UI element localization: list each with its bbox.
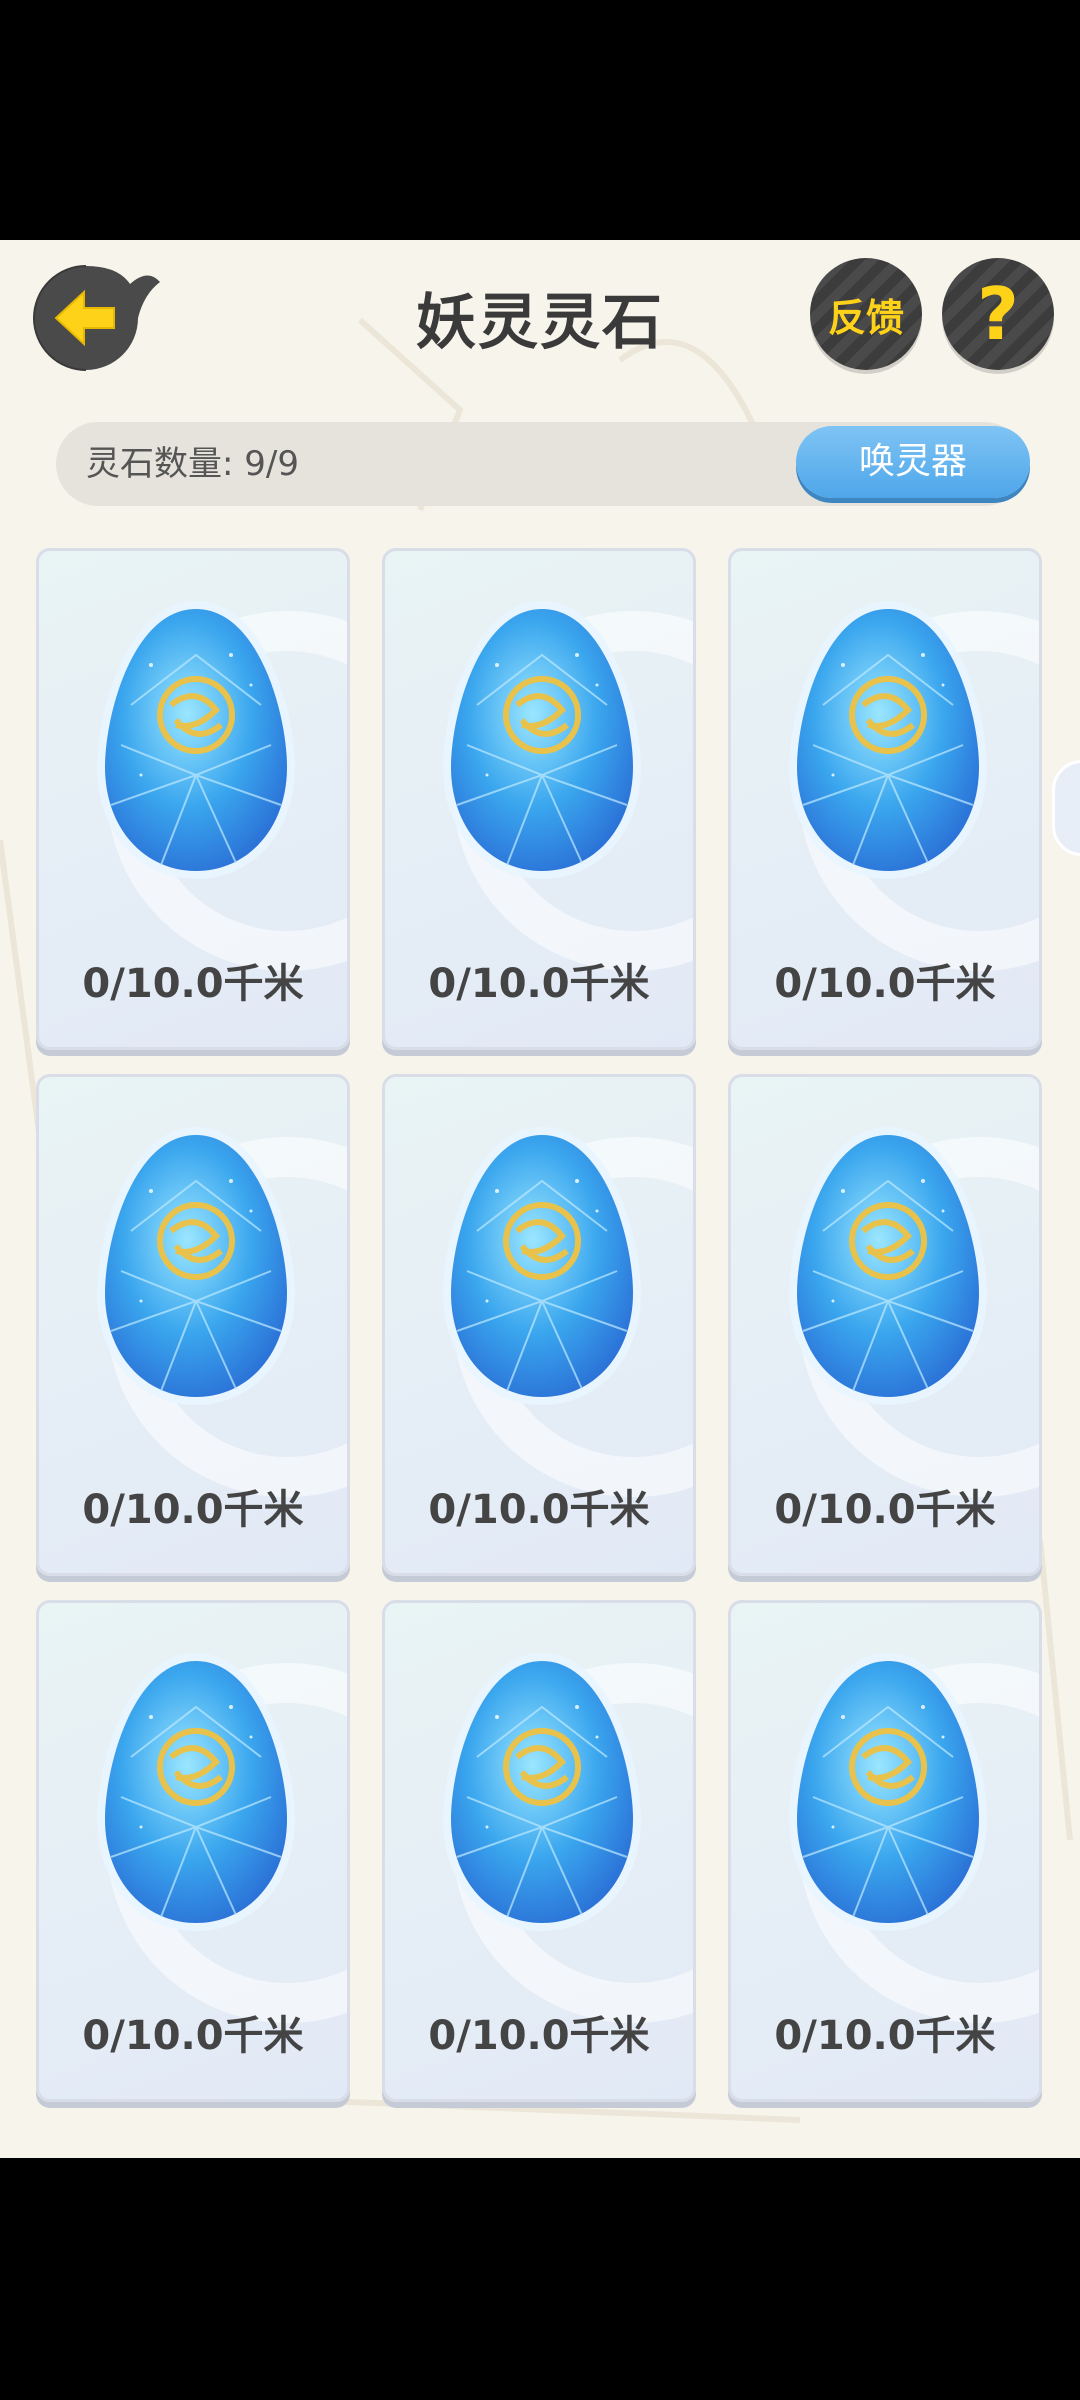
stone-card[interactable]: 0/10.0千米 [382, 1600, 696, 2102]
stone-distance-label: 0/10.0千米 [774, 961, 996, 1007]
stone-count-label: 灵石数量: 9/9 [86, 444, 299, 484]
stone-distance-label: 0/10.0千米 [428, 961, 650, 1007]
help-button[interactable]: ? [942, 258, 1054, 370]
stone-card[interactable]: 0/10.0千米 [36, 548, 350, 1050]
header-bar: 妖灵灵石 反馈 ? [0, 240, 1080, 410]
stone-card[interactable]: 0/10.0千米 [728, 1600, 1042, 2102]
stone-distance-label: 0/10.0千米 [82, 1487, 304, 1533]
spirit-stone-icon [789, 1127, 987, 1405]
spirit-stone-icon [97, 1127, 295, 1405]
question-mark-icon: ? [977, 272, 1019, 356]
spirit-stone-icon [789, 1653, 987, 1931]
app-screen: 妖灵灵石 反馈 ? 灵石数量: 9/9 唤灵器 0/10.0千米 0/10.0千… [0, 240, 1080, 2158]
spirit-stone-icon [789, 601, 987, 879]
feedback-button[interactable]: 反馈 [810, 258, 922, 370]
spirit-stone-icon [97, 1653, 295, 1931]
back-arrow-icon [33, 265, 160, 371]
back-button[interactable] [26, 258, 166, 378]
spirit-stone-icon [443, 601, 641, 879]
stone-card[interactable]: 0/10.0千米 [728, 548, 1042, 1050]
stone-card[interactable]: 0/10.0千米 [728, 1074, 1042, 1576]
stone-distance-label: 0/10.0千米 [774, 1487, 996, 1533]
spirit-stone-icon [443, 1653, 641, 1931]
stone-distance-label: 0/10.0千米 [82, 2013, 304, 2059]
stone-card[interactable]: 0/10.0千米 [382, 548, 696, 1050]
stone-count-bar: 灵石数量: 9/9 唤灵器 [56, 422, 1030, 506]
spirit-stone-icon [97, 601, 295, 879]
spirit-stone-icon [443, 1127, 641, 1405]
feedback-label: 反馈 [827, 295, 904, 340]
stone-distance-label: 0/10.0千米 [774, 2013, 996, 2059]
page-title: 妖灵灵石 [416, 288, 664, 358]
summon-device-button[interactable]: 唤灵器 [796, 426, 1030, 498]
side-tab-handle[interactable] [1052, 760, 1080, 856]
stone-distance-label: 0/10.0千米 [428, 2013, 650, 2059]
stone-card[interactable]: 0/10.0千米 [382, 1074, 696, 1576]
stone-card[interactable]: 0/10.0千米 [36, 1074, 350, 1576]
stone-distance-label: 0/10.0千米 [82, 961, 304, 1007]
stone-distance-label: 0/10.0千米 [428, 1487, 650, 1533]
stone-card[interactable]: 0/10.0千米 [36, 1600, 350, 2102]
